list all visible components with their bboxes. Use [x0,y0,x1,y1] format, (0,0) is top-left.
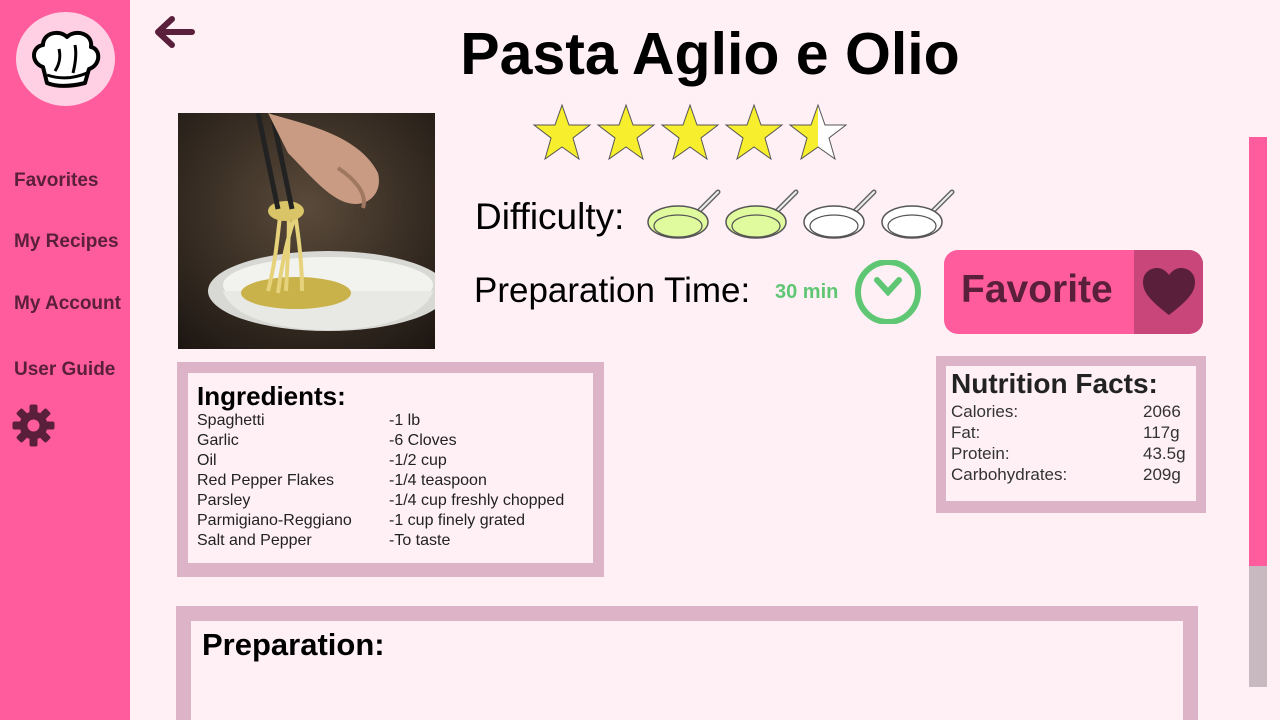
ingredient-name: Red Pepper Flakes [197,472,334,489]
star-icon [596,103,656,166]
favorite-button[interactable]: Favorite [944,250,1203,334]
recipe-photo [178,113,435,349]
scrollbar-thumb[interactable] [1249,137,1267,566]
sidebar-item-my-account[interactable]: My Account [14,293,121,315]
star-icon [788,103,848,166]
ingredient-amount: -6 Cloves [389,432,457,449]
ingredient-amount: -1 cup finely grated [389,512,526,529]
nutrition-title: Nutrition Facts: [951,368,1158,399]
nutrition-value: 117g [1143,423,1180,442]
nutrition-label: Carbohydrates: [951,465,1068,484]
chef-hat-icon[interactable] [16,12,115,106]
nutrition-value: 43.5g [1143,444,1186,463]
favorite-button-label: Favorite [961,268,1113,311]
ingredient-name: Oil [197,452,217,469]
sidebar-item-my-recipes[interactable]: My Recipes [14,231,119,253]
difficulty-label: Difficulty: [475,196,625,237]
back-arrow-icon[interactable] [152,14,196,55]
page-title: Pasta Aglio e Olio [460,21,960,87]
prep-time-value: 30 min [775,281,839,303]
preparation-title: Preparation: [202,627,385,662]
ingredient-amount: -1 lb [389,412,421,429]
ingredient-name: Salt and Pepper [197,532,312,549]
ingredient-amount: -1/4 teaspoon [389,472,487,489]
nutrition-label: Protein: [951,444,1010,463]
rating-stars [532,103,848,166]
ingredient-name: Garlic [197,432,239,449]
heart-icon [1134,250,1203,334]
star-icon [660,103,720,166]
frying-pan-icon [646,186,724,247]
clock-icon [853,259,923,329]
ingredient-name: Parsley [197,492,251,509]
ingredients-title: Ingredients: [197,381,346,411]
difficulty-indicator [646,186,958,247]
frying-pan-icon [724,186,802,247]
nutrition-value: 2066 [1143,402,1181,421]
ingredient-name: Parmigiano-Reggiano [197,512,352,529]
ingredient-name: Spaghetti [197,412,265,429]
nutrition-value: 209g [1143,465,1181,484]
ingredient-amount: -1/4 cup freshly chopped [389,492,565,509]
sidebar: Favorites My Recipes My Account User Gui… [0,0,130,720]
nutrition-label: Calories: [951,402,1019,421]
star-icon [724,103,784,166]
frying-pan-icon [802,186,880,247]
frying-pan-icon [880,186,958,247]
sidebar-item-favorites[interactable]: Favorites [14,170,98,192]
nutrition-label: Fat: [951,423,981,442]
ingredient-amount: -To taste [389,532,451,549]
gear-icon[interactable] [12,404,55,452]
sidebar-item-user-guide[interactable]: User Guide [14,359,115,381]
star-icon [532,103,592,166]
ingredient-amount: -1/2 cup [389,452,447,469]
prep-time-label: Preparation Time: [474,271,751,310]
